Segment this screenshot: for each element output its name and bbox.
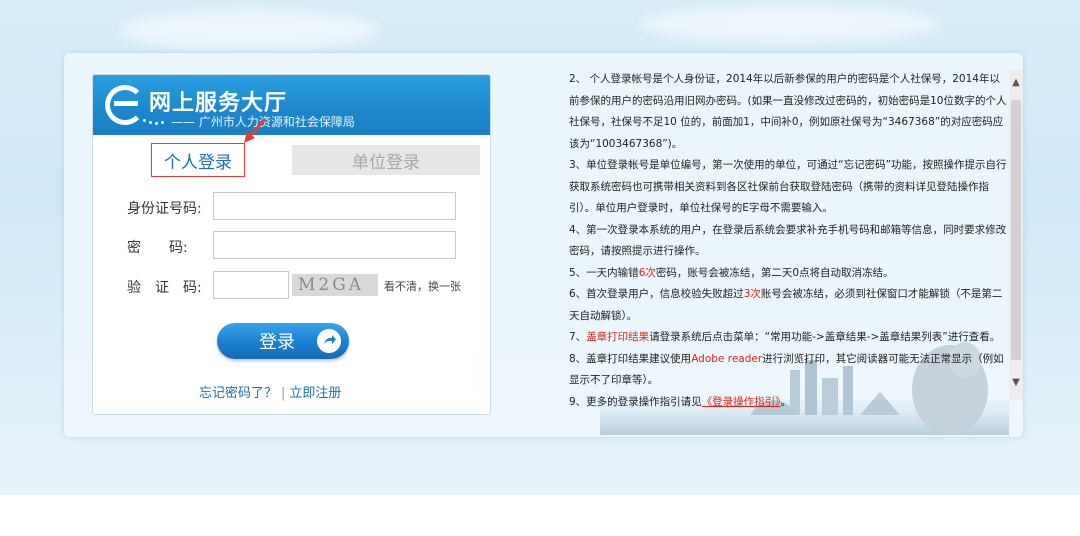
forgot-password-link[interactable]: 忘记密码了？ bbox=[199, 386, 277, 401]
instructions-scrollbar[interactable]: ▲ ▼ bbox=[1009, 70, 1023, 400]
scroll-down-icon[interactable]: ▼ bbox=[1009, 376, 1023, 390]
instruction-text: 7、 bbox=[569, 331, 587, 343]
scroll-thumb[interactable] bbox=[1011, 100, 1021, 360]
highlight-text: Adobe reader bbox=[691, 352, 763, 365]
instruction-item-8: 8、盖章打印结果建议使用Adobe reader进行浏览打印，其它阅读器可能无法… bbox=[569, 349, 1009, 392]
highlight-text: 盖章打印结果 bbox=[586, 331, 650, 343]
instruction-text: 5、一天内输错 bbox=[569, 266, 639, 279]
scroll-up-icon[interactable]: ▲ bbox=[1009, 76, 1023, 90]
instruction-item-6: 6、首次登录用户，信息校验失败超过3次账号会被冻结，必须到社保窗口才能解锁（不是… bbox=[569, 284, 1009, 327]
login-button-label: 登录 bbox=[259, 332, 295, 352]
captcha-input[interactable] bbox=[213, 271, 289, 299]
instruction-text: 。 bbox=[780, 395, 791, 408]
tab-personal-login[interactable]: 个人登录 bbox=[151, 143, 245, 177]
instruction-text: 密码，账号会被冻结，第二天0点将自动取消冻结。 bbox=[655, 266, 894, 279]
instruction-item-4: 4、第一次登录本系统的用户，在登录后系统会要求补充手机号码和邮箱等信息，同时要求… bbox=[569, 223, 1007, 258]
captcha-image[interactable]: M2GA bbox=[292, 274, 378, 296]
instruction-item-9: 9、更多的登录操作指引请见《登录操作指引》。 bbox=[569, 392, 1009, 414]
instruction-item-7: 7、盖章打印结果请登录系统后点击菜单：“常用功能->盖章结果->盖章结果列表”进… bbox=[569, 327, 1009, 349]
link-separator: | bbox=[281, 386, 286, 401]
instruction-item-5: 5、一天内输错6次密码，账号会被冻结，第二天0点将自动取消冻结。 bbox=[569, 263, 1009, 285]
login-header-banner: 网上服务大厅 —— 广州市人力资源和社会保障局 bbox=[93, 75, 490, 135]
password-label: 密 码: bbox=[127, 240, 188, 256]
captcha-refresh-link[interactable]: 看不清，换一张 bbox=[384, 278, 461, 294]
instruction-text: 6、首次登录用户，信息校验失败超过 bbox=[569, 288, 744, 300]
id-number-input[interactable] bbox=[213, 192, 456, 220]
login-instructions: 2、 个人登录帐号是个人身份证，2014年以后新参保的用户的密码是个人社保号，2… bbox=[569, 69, 1009, 413]
instruction-text: 9、更多的登录操作指引请见 bbox=[569, 395, 702, 408]
login-guide-link[interactable]: 《登录操作指引》 bbox=[702, 396, 781, 408]
highlight-text: 6次 bbox=[638, 266, 656, 279]
captcha-label: 验 证 码: bbox=[127, 280, 202, 296]
background-cloud bbox=[640, 6, 940, 42]
background-cloud bbox=[120, 10, 380, 50]
instruction-item-2: 2、 个人登录帐号是个人身份证，2014年以后新参保的用户的密码是个人社保号，2… bbox=[569, 73, 1007, 150]
instruction-text: 8、盖章打印结果建议使用 bbox=[569, 352, 692, 365]
e-logo-icon bbox=[105, 85, 145, 125]
register-link[interactable]: 立即注册 bbox=[289, 386, 341, 401]
instruction-text: 请登录系统后点击菜单：“常用功能->盖章结果->盖章结果列表”进行查看。 bbox=[649, 331, 1001, 343]
arrow-right-circle-icon bbox=[317, 329, 341, 353]
login-panel: 网上服务大厅 —— 广州市人力资源和社会保障局 个人登录 单位登录 身份证号码:… bbox=[92, 74, 491, 415]
password-input[interactable] bbox=[213, 231, 456, 259]
highlight-text: 3次 bbox=[743, 288, 761, 300]
login-button[interactable]: 登录 bbox=[217, 323, 349, 359]
tab-unit-login[interactable]: 单位登录 bbox=[292, 145, 480, 175]
auxiliary-links: 忘记密码了？ | 立即注册 bbox=[199, 382, 341, 401]
id-number-label: 身份证号码: bbox=[127, 201, 202, 217]
red-arrow-icon bbox=[244, 118, 267, 143]
instruction-item-3: 3、单位登录帐号是单位编号，第一次使用的单位，可通过“忘记密码”功能，按照操作提… bbox=[569, 159, 1007, 214]
logo-dots-decoration bbox=[143, 115, 167, 125]
